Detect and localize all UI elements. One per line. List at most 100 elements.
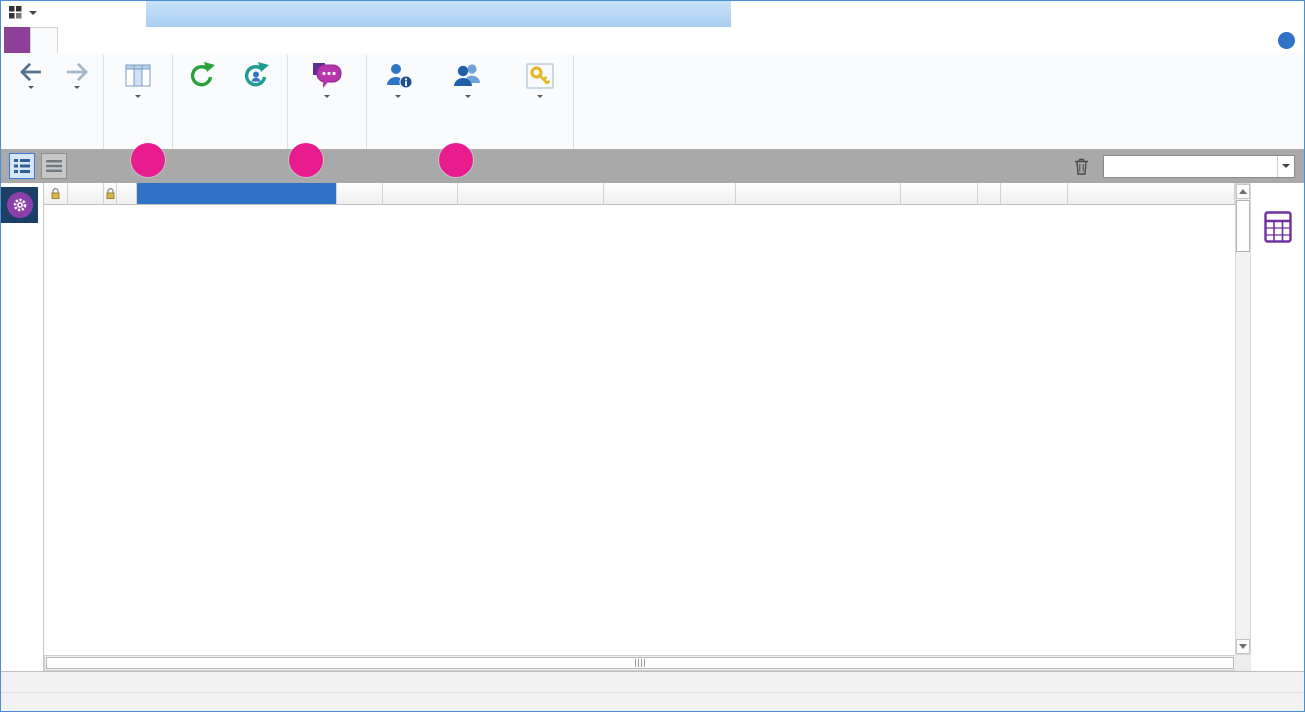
callout-badge-3 (439, 143, 473, 177)
grid-header (44, 183, 1235, 205)
column-header-chat-topic[interactable] (736, 183, 901, 204)
key-icon (524, 59, 556, 93)
selected-users-button[interactable] (228, 56, 284, 93)
close-button[interactable] (1271, 3, 1300, 24)
column-header-chat-type[interactable] (383, 183, 458, 204)
scroll-up-button[interactable] (1236, 184, 1250, 199)
column-header-lock-a[interactable] (44, 183, 68, 204)
tab-options[interactable] (214, 27, 240, 53)
column-header-web-url[interactable] (901, 183, 978, 204)
right-panel-gutter (1251, 183, 1305, 671)
user-details-button[interactable] (370, 56, 426, 101)
ribbon-tab-row (1, 27, 1304, 53)
refresh-all-button[interactable] (176, 56, 228, 93)
forward-button[interactable] (54, 56, 100, 92)
tab-hierarchy[interactable] (188, 27, 214, 53)
dropdown-caret-icon (395, 95, 401, 101)
grid-rows (44, 205, 1235, 655)
column-header-members[interactable] (1001, 183, 1068, 204)
back-arrow-icon (18, 62, 44, 82)
column-header-m[interactable] (978, 183, 1001, 204)
column-map-icon (122, 59, 154, 93)
refresh-icon (187, 59, 217, 93)
app-icon (9, 6, 22, 19)
tab-sapio365[interactable] (4, 27, 30, 53)
dropdown-caret-icon (135, 95, 141, 101)
column-header-row-icon[interactable] (117, 183, 137, 204)
delete-preset-button[interactable] (1069, 154, 1093, 178)
forward-arrow-icon (64, 62, 90, 82)
lock-icon (51, 188, 60, 199)
column-header-created-on[interactable] (458, 183, 604, 204)
column-header-owner[interactable] (137, 183, 337, 204)
side-panel-icon[interactable] (1264, 211, 1292, 246)
lock-icon (106, 188, 115, 199)
flat-view-button[interactable] (41, 153, 67, 179)
callout-badge-1 (131, 143, 165, 177)
licenses-button[interactable] (510, 56, 570, 101)
scroll-grip-icon (634, 656, 646, 670)
back-button[interactable] (8, 56, 54, 92)
grouping-bar (1, 149, 1304, 183)
tab-global[interactable] (58, 27, 84, 53)
messages-icon (310, 59, 344, 93)
contextual-tab-band (146, 1, 731, 27)
tab-session[interactable] (240, 27, 270, 53)
trash-icon (1074, 158, 1089, 175)
tab-grouping[interactable] (162, 27, 188, 53)
ribbon-group-load (173, 55, 288, 149)
combo-caret-icon[interactable] (1277, 156, 1294, 177)
column-header-external[interactable] (337, 183, 383, 204)
grid-status-bar (1, 671, 1304, 692)
group-membership-button[interactable] (426, 56, 510, 101)
dropdown-caret-icon (324, 95, 330, 101)
horizontal-scrollbar[interactable] (44, 655, 1236, 671)
settings-panel-handle[interactable] (1, 187, 38, 223)
tab-manage[interactable] (30, 27, 58, 53)
gear-icon (7, 192, 33, 218)
app-status-bar (1, 692, 1304, 712)
help-icon[interactable] (1278, 32, 1295, 49)
vertical-scroll-thumb[interactable] (1236, 200, 1250, 252)
messages-button[interactable] (291, 56, 363, 101)
grid-area (1, 183, 1304, 671)
dropdown-caret-icon (537, 95, 543, 101)
dropdown-caret-icon (465, 95, 471, 101)
ribbon-group-management (288, 55, 367, 149)
maximize-button[interactable] (1242, 3, 1271, 24)
qat-caret-icon[interactable] (29, 11, 37, 19)
tab-explode-cells[interactable] (136, 27, 162, 53)
dropdown-caret-icon (28, 86, 34, 92)
callout-badge-2 (289, 143, 323, 177)
column-header-lock-b[interactable] (104, 183, 117, 204)
ribbon (1, 53, 1304, 149)
list-detail-icon (14, 159, 30, 173)
horizontal-scroll-thumb[interactable] (46, 657, 1234, 669)
ribbon-group-nav (5, 55, 104, 149)
column-header-members-display-name[interactable] (1068, 183, 1235, 204)
tab-feedback[interactable] (296, 27, 322, 53)
data-grid (43, 183, 1235, 671)
quick-access-toolbar[interactable] (9, 6, 37, 19)
scrollbar-corner (1235, 655, 1251, 671)
title-bar (1, 1, 1304, 27)
tab-column-format[interactable] (110, 27, 136, 53)
hierarchy-view-button[interactable] (9, 153, 35, 179)
window-title (739, 1, 1209, 27)
people-icon (451, 59, 485, 93)
column-header-last-updated[interactable] (604, 183, 736, 204)
column-map-button[interactable] (107, 56, 169, 101)
minimize-button[interactable] (1213, 3, 1242, 24)
scroll-down-button[interactable] (1236, 639, 1250, 654)
column-header-hierarchy[interactable] (68, 183, 104, 204)
refresh-users-icon (241, 59, 271, 93)
tab-windows[interactable] (270, 27, 296, 53)
dropdown-caret-icon (74, 86, 80, 92)
person-info-icon (383, 59, 413, 93)
window-controls (1213, 3, 1300, 24)
ribbon-group-user-management (367, 55, 574, 149)
app-window (0, 0, 1305, 712)
vertical-scrollbar[interactable] (1235, 183, 1251, 655)
grid-preset-select[interactable] (1103, 155, 1295, 178)
tab-sort-filter[interactable] (84, 27, 110, 53)
